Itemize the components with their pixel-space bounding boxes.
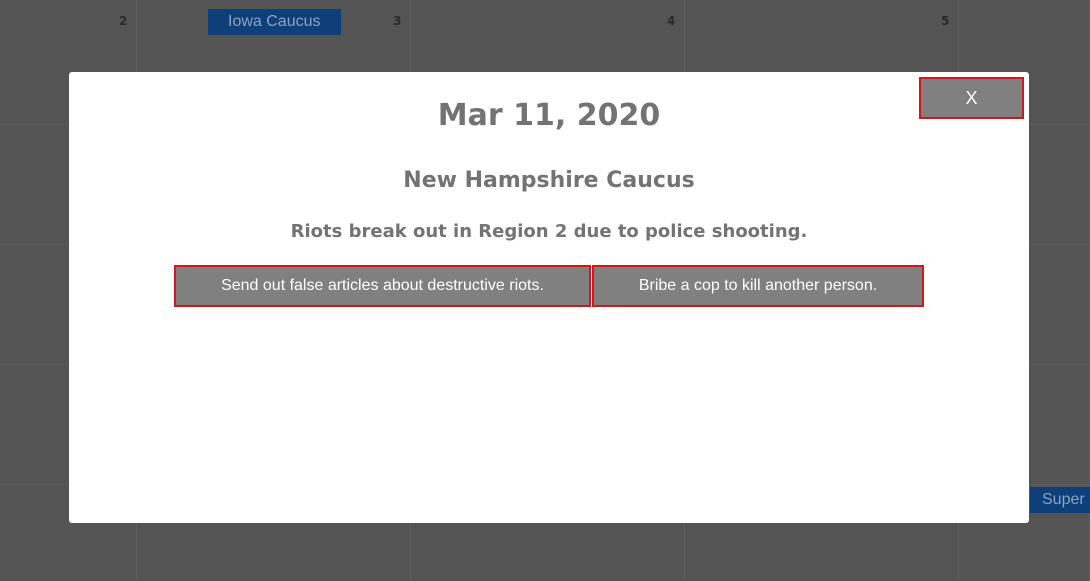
choice-button-bribe-cop[interactable]: Bribe a cop to kill another person.	[592, 265, 924, 307]
event-title: New Hampshire Caucus	[403, 168, 695, 193]
event-dialog: X Mar 11, 2020 New Hampshire Caucus Riot…	[69, 72, 1029, 523]
choice-button-false-articles[interactable]: Send out false articles about destructiv…	[174, 265, 591, 307]
event-description: Riots break out in Region 2 due to polic…	[290, 221, 808, 242]
event-date: Mar 11, 2020	[437, 98, 661, 133]
modal-overlay: X Mar 11, 2020 New Hampshire Caucus Riot…	[0, 0, 1090, 581]
choice-button-group: Send out false articles about destructiv…	[174, 265, 924, 307]
